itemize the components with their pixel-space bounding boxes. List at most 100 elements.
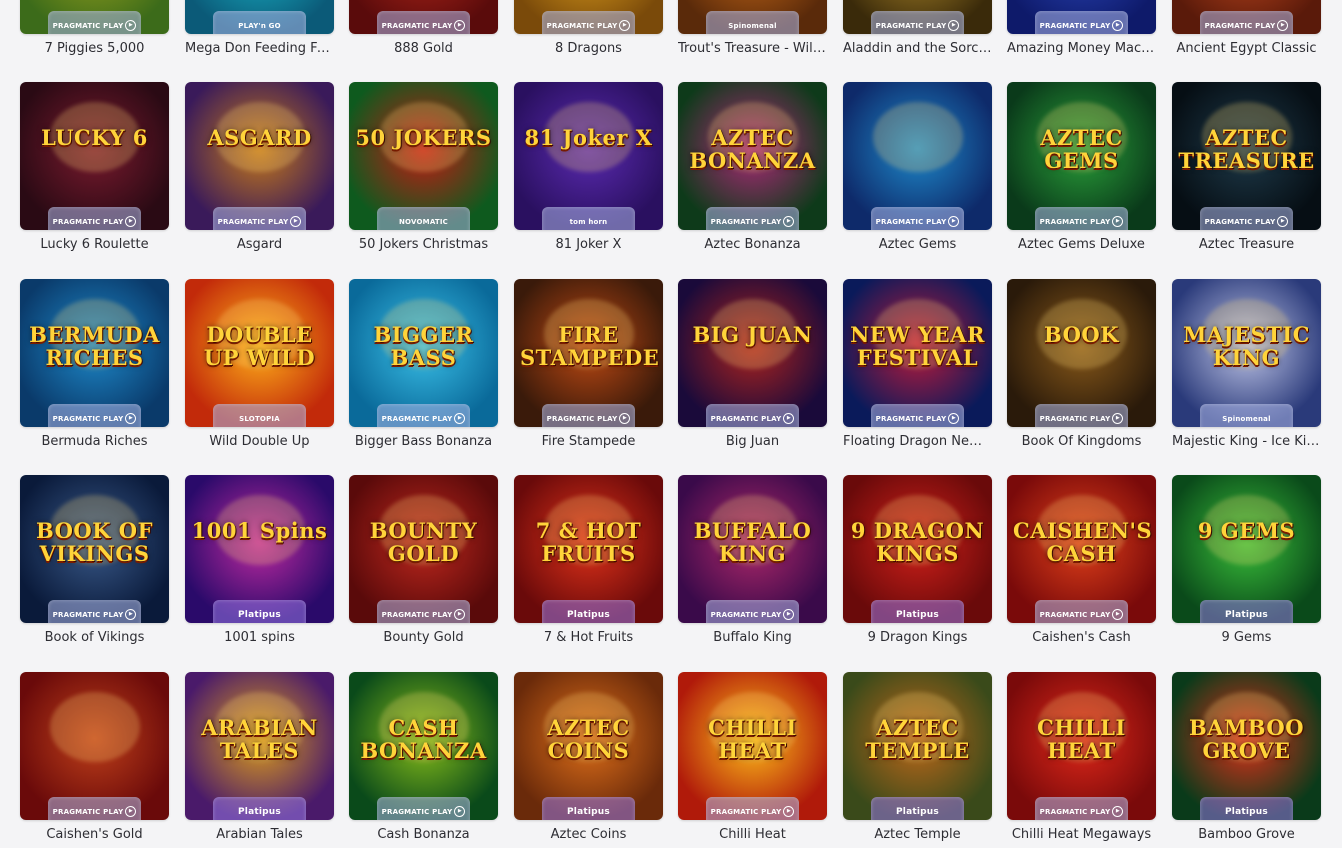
game-title[interactable]: 888 Gold xyxy=(349,41,498,56)
game-thumbnail[interactable]: LUCKY 6 PRAGMATIC PLAY ▶ xyxy=(20,82,169,230)
game-card[interactable]: FIRE STAMPEDE PRAGMATIC PLAY ▶ Fire Stamped… xyxy=(514,279,663,449)
game-title[interactable]: 81 Joker X xyxy=(514,237,663,252)
game-thumbnail[interactable]: ASGARD PRAGMATIC PLAY ▶ xyxy=(185,82,334,230)
game-title[interactable]: Aztec Bonanza xyxy=(678,237,827,252)
game-thumbnail[interactable]: PRAGMATIC PLAY ▶ xyxy=(1172,0,1321,34)
game-title[interactable]: Aztec Coins xyxy=(514,827,663,842)
game-card[interactable]: Spinomenal Trout's Treasure - Wild Waters xyxy=(678,0,827,56)
game-card[interactable]: PRAGMATIC PLAY ▶ Aladdin and the Sorcerer xyxy=(843,0,992,56)
game-card[interactable]: AZTEC BONANZA PRAGMATIC PLAY ▶ Aztec Bonanz… xyxy=(678,82,827,252)
game-title[interactable]: Book Of Kingdoms xyxy=(1007,434,1156,449)
game-thumbnail[interactable]: PRAGMATIC PLAY ▶ xyxy=(843,82,992,230)
game-title[interactable]: Caishen's Cash xyxy=(1007,630,1156,645)
game-title[interactable]: Caishen's Gold xyxy=(20,827,169,842)
game-card[interactable]: BERMUDA RICHES PRAGMATIC PLAY ▶ Bermuda Ric… xyxy=(20,279,169,449)
game-card[interactable]: CASH BONANZA PRAGMATIC PLAY ▶ Cash Bonanza xyxy=(349,672,498,842)
game-thumbnail[interactable]: BAMBOO GROVE Platipus xyxy=(1172,672,1321,820)
game-title[interactable]: Big Juan xyxy=(678,434,827,449)
game-card[interactable]: 81 Joker X tom horn 81 Joker X xyxy=(514,82,663,252)
game-title[interactable]: Aladdin and the Sorcerer xyxy=(843,41,992,56)
game-title[interactable]: Trout's Treasure - Wild Waters xyxy=(678,41,827,56)
game-card[interactable]: LUCKY 6 PRAGMATIC PLAY ▶ Lucky 6 Roulette xyxy=(20,82,169,252)
game-card[interactable]: BIGGER BASS PRAGMATIC PLAY ▶ Bigger Bass Bo… xyxy=(349,279,498,449)
game-title[interactable]: Aztec Gems xyxy=(843,237,992,252)
game-card[interactable]: 9 DRAGON KINGS Platipus 9 Dragon Kings xyxy=(843,475,992,645)
game-thumbnail[interactable]: 7 & HOT FRUITS Platipus xyxy=(514,475,663,623)
game-thumbnail[interactable]: ARABIAN TALES Platipus xyxy=(185,672,334,820)
game-card[interactable]: BOOK PRAGMATIC PLAY ▶ Book Of Kingdoms xyxy=(1007,279,1156,449)
game-title[interactable]: Bigger Bass Bonanza xyxy=(349,434,498,449)
game-thumbnail[interactable]: 9 DRAGON KINGS Platipus xyxy=(843,475,992,623)
game-title[interactable]: Bermuda Riches xyxy=(20,434,169,449)
game-thumbnail[interactable]: 9 GEMS Platipus xyxy=(1172,475,1321,623)
game-title[interactable]: Asgard xyxy=(185,237,334,252)
game-title[interactable]: 8 Dragons xyxy=(514,41,663,56)
game-thumbnail[interactable]: 81 Joker X tom horn xyxy=(514,82,663,230)
game-card[interactable]: AZTEC COINS Platipus Aztec Coins xyxy=(514,672,663,842)
game-title[interactable]: 9 Gems xyxy=(1172,630,1321,645)
game-title[interactable]: 9 Dragon Kings xyxy=(843,630,992,645)
game-title[interactable]: Ancient Egypt Classic xyxy=(1172,41,1321,56)
game-title[interactable]: Arabian Tales xyxy=(185,827,334,842)
game-thumbnail[interactable]: 50 JOKERS NOVOMATIC xyxy=(349,82,498,230)
game-thumbnail[interactable]: MAJESTIC KING Spinomenal xyxy=(1172,279,1321,427)
game-thumbnail[interactable]: CHILLI HEAT PRAGMATIC PLAY ▶ xyxy=(678,672,827,820)
game-thumbnail[interactable]: BOUNTY GOLD PRAGMATIC PLAY ▶ xyxy=(349,475,498,623)
game-thumbnail[interactable]: PRAGMATIC PLAY ▶ xyxy=(349,0,498,34)
game-thumbnail[interactable]: AZTEC COINS Platipus xyxy=(514,672,663,820)
game-thumbnail[interactable]: BOOK PRAGMATIC PLAY ▶ xyxy=(1007,279,1156,427)
game-title[interactable]: Aztec Temple xyxy=(843,827,992,842)
game-title[interactable]: Cash Bonanza xyxy=(349,827,498,842)
game-thumbnail[interactable]: PLAY'n GO xyxy=(185,0,334,34)
game-thumbnail[interactable]: AZTEC TREASURE PRAGMATIC PLAY ▶ xyxy=(1172,82,1321,230)
game-card[interactable]: PRAGMATIC PLAY ▶ 888 Gold xyxy=(349,0,498,56)
game-card[interactable]: AZTEC TEMPLE Platipus Aztec Temple xyxy=(843,672,992,842)
game-card[interactable]: BAMBOO GROVE Platipus Bamboo Grove xyxy=(1172,672,1321,842)
game-thumbnail[interactable]: PRAGMATIC PLAY ▶ xyxy=(20,672,169,820)
game-thumbnail[interactable]: Spinomenal xyxy=(678,0,827,34)
game-thumbnail[interactable]: BIGGER BASS PRAGMATIC PLAY ▶ xyxy=(349,279,498,427)
game-card[interactable]: 7 & HOT FRUITS Platipus 7 & Hot Fruits xyxy=(514,475,663,645)
game-card[interactable]: 1001 Spins Platipus 1001 spins xyxy=(185,475,334,645)
game-title[interactable]: Wild Double Up xyxy=(185,434,334,449)
game-thumbnail[interactable]: BERMUDA RICHES PRAGMATIC PLAY ▶ xyxy=(20,279,169,427)
game-card[interactable]: 50 JOKERS NOVOMATIC 50 Jokers Christmas xyxy=(349,82,498,252)
game-title[interactable]: Majestic King - Ice Kingdom xyxy=(1172,434,1321,449)
game-title[interactable]: Amazing Money Machine xyxy=(1007,41,1156,56)
game-card[interactable]: BOUNTY GOLD PRAGMATIC PLAY ▶ Bounty Gold xyxy=(349,475,498,645)
game-title[interactable]: Floating Dragon New Year Festival xyxy=(843,434,992,449)
game-card[interactable]: BOOK OF VIKINGS PRAGMATIC PLAY ▶ Book of Vi… xyxy=(20,475,169,645)
game-title[interactable]: Mega Don Feeding Frenzy xyxy=(185,41,334,56)
game-thumbnail[interactable]: FIRE STAMPEDE PRAGMATIC PLAY ▶ xyxy=(514,279,663,427)
game-title[interactable]: Bamboo Grove xyxy=(1172,827,1321,842)
game-thumbnail[interactable]: PRAGMATIC PLAY ▶ xyxy=(514,0,663,34)
game-card[interactable]: PRAGMATIC PLAY ▶ Caishen's Gold xyxy=(20,672,169,842)
game-card[interactable]: CHILLI HEAT PRAGMATIC PLAY ▶ Chilli Heat Me… xyxy=(1007,672,1156,842)
game-card[interactable]: DOUBLE UP WILD SLOTOPIA Wild Double Up xyxy=(185,279,334,449)
game-card[interactable]: PRAGMATIC PLAY ▶ Amazing Money Machine xyxy=(1007,0,1156,56)
game-card[interactable]: AZTEC TREASURE PRAGMATIC PLAY ▶ Aztec Treas… xyxy=(1172,82,1321,252)
game-title[interactable]: 7 Piggies 5,000 xyxy=(20,41,169,56)
game-thumbnail[interactable]: CASH BONANZA PRAGMATIC PLAY ▶ xyxy=(349,672,498,820)
game-card[interactable]: CHILLI HEAT PRAGMATIC PLAY ▶ Chilli Heat xyxy=(678,672,827,842)
game-title[interactable]: Lucky 6 Roulette xyxy=(20,237,169,252)
game-card[interactable]: BUFFALO KING PRAGMATIC PLAY ▶ Buffalo King xyxy=(678,475,827,645)
game-thumbnail[interactable]: AZTEC TEMPLE Platipus xyxy=(843,672,992,820)
game-title[interactable]: Chilli Heat Megaways xyxy=(1007,827,1156,842)
game-card[interactable]: PRAGMATIC PLAY ▶ Ancient Egypt Classic xyxy=(1172,0,1321,56)
game-title[interactable]: Chilli Heat xyxy=(678,827,827,842)
game-card[interactable]: ASGARD PRAGMATIC PLAY ▶ Asgard xyxy=(185,82,334,252)
game-thumbnail[interactable]: AZTEC BONANZA PRAGMATIC PLAY ▶ xyxy=(678,82,827,230)
game-card[interactable]: PRAGMATIC PLAY ▶ 8 Dragons xyxy=(514,0,663,56)
game-thumbnail[interactable]: CHILLI HEAT PRAGMATIC PLAY ▶ xyxy=(1007,672,1156,820)
game-title[interactable]: 1001 spins xyxy=(185,630,334,645)
game-card[interactable]: MAJESTIC KING Spinomenal Majestic King - I… xyxy=(1172,279,1321,449)
game-thumbnail[interactable]: BUFFALO KING PRAGMATIC PLAY ▶ xyxy=(678,475,827,623)
game-card[interactable]: PRAGMATIC PLAY ▶ 7 Piggies 5,000 xyxy=(20,0,169,56)
game-card[interactable]: 9 GEMS Platipus 9 Gems xyxy=(1172,475,1321,645)
game-card[interactable]: AZTEC GEMS PRAGMATIC PLAY ▶ Aztec Gems Delu… xyxy=(1007,82,1156,252)
game-thumbnail[interactable]: NEW YEAR FESTIVAL PRAGMATIC PLAY ▶ xyxy=(843,279,992,427)
game-title[interactable]: 50 Jokers Christmas xyxy=(349,237,498,252)
game-thumbnail[interactable]: PRAGMATIC PLAY ▶ xyxy=(1007,0,1156,34)
game-title[interactable]: Book of Vikings xyxy=(20,630,169,645)
